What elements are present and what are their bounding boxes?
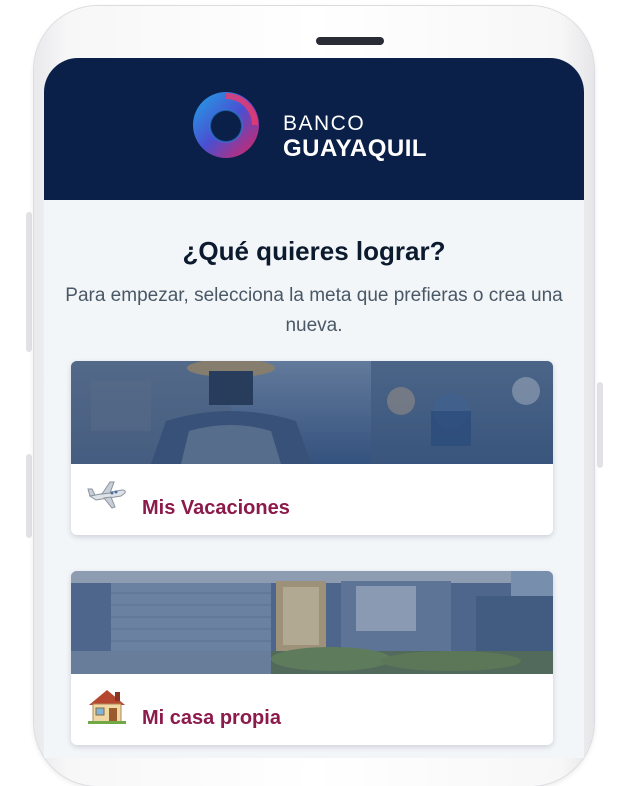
phone-speaker <box>316 37 384 45</box>
page-title: ¿Qué quieres lograr? <box>182 236 446 266</box>
app-header: BANCO GUAYAQUIL <box>44 58 584 200</box>
house-photo-image <box>71 571 553 674</box>
goal-label-casa: Mi casa propia <box>142 707 281 729</box>
page-subtitle: Para empezar, selecciona la meta que pre… <box>65 285 563 336</box>
power-button <box>597 382 603 468</box>
volume-down-button <box>26 454 32 538</box>
goal-label-vacaciones: Mis Vacaciones <box>142 497 290 519</box>
airplane-icon <box>87 481 126 509</box>
bank-logo-icon <box>193 92 259 158</box>
brand-line2: GUAYAQUIL <box>283 135 428 162</box>
goal-card-vacaciones[interactable]: Mis Vacaciones <box>71 361 553 535</box>
app-screen: BANCO GUAYAQUIL ¿Qué quieres lograr? Par… <box>44 58 584 758</box>
house-photo <box>71 571 553 674</box>
goal-card-casa[interactable]: Mi casa propia <box>71 571 553 745</box>
house-icon <box>88 690 126 724</box>
vacation-photo <box>71 361 553 464</box>
vacation-photo-image <box>71 361 553 464</box>
volume-up-button <box>26 212 32 352</box>
bank-name: BANCO GUAYAQUIL <box>283 113 427 161</box>
brand-line1: BANCO <box>283 112 366 135</box>
